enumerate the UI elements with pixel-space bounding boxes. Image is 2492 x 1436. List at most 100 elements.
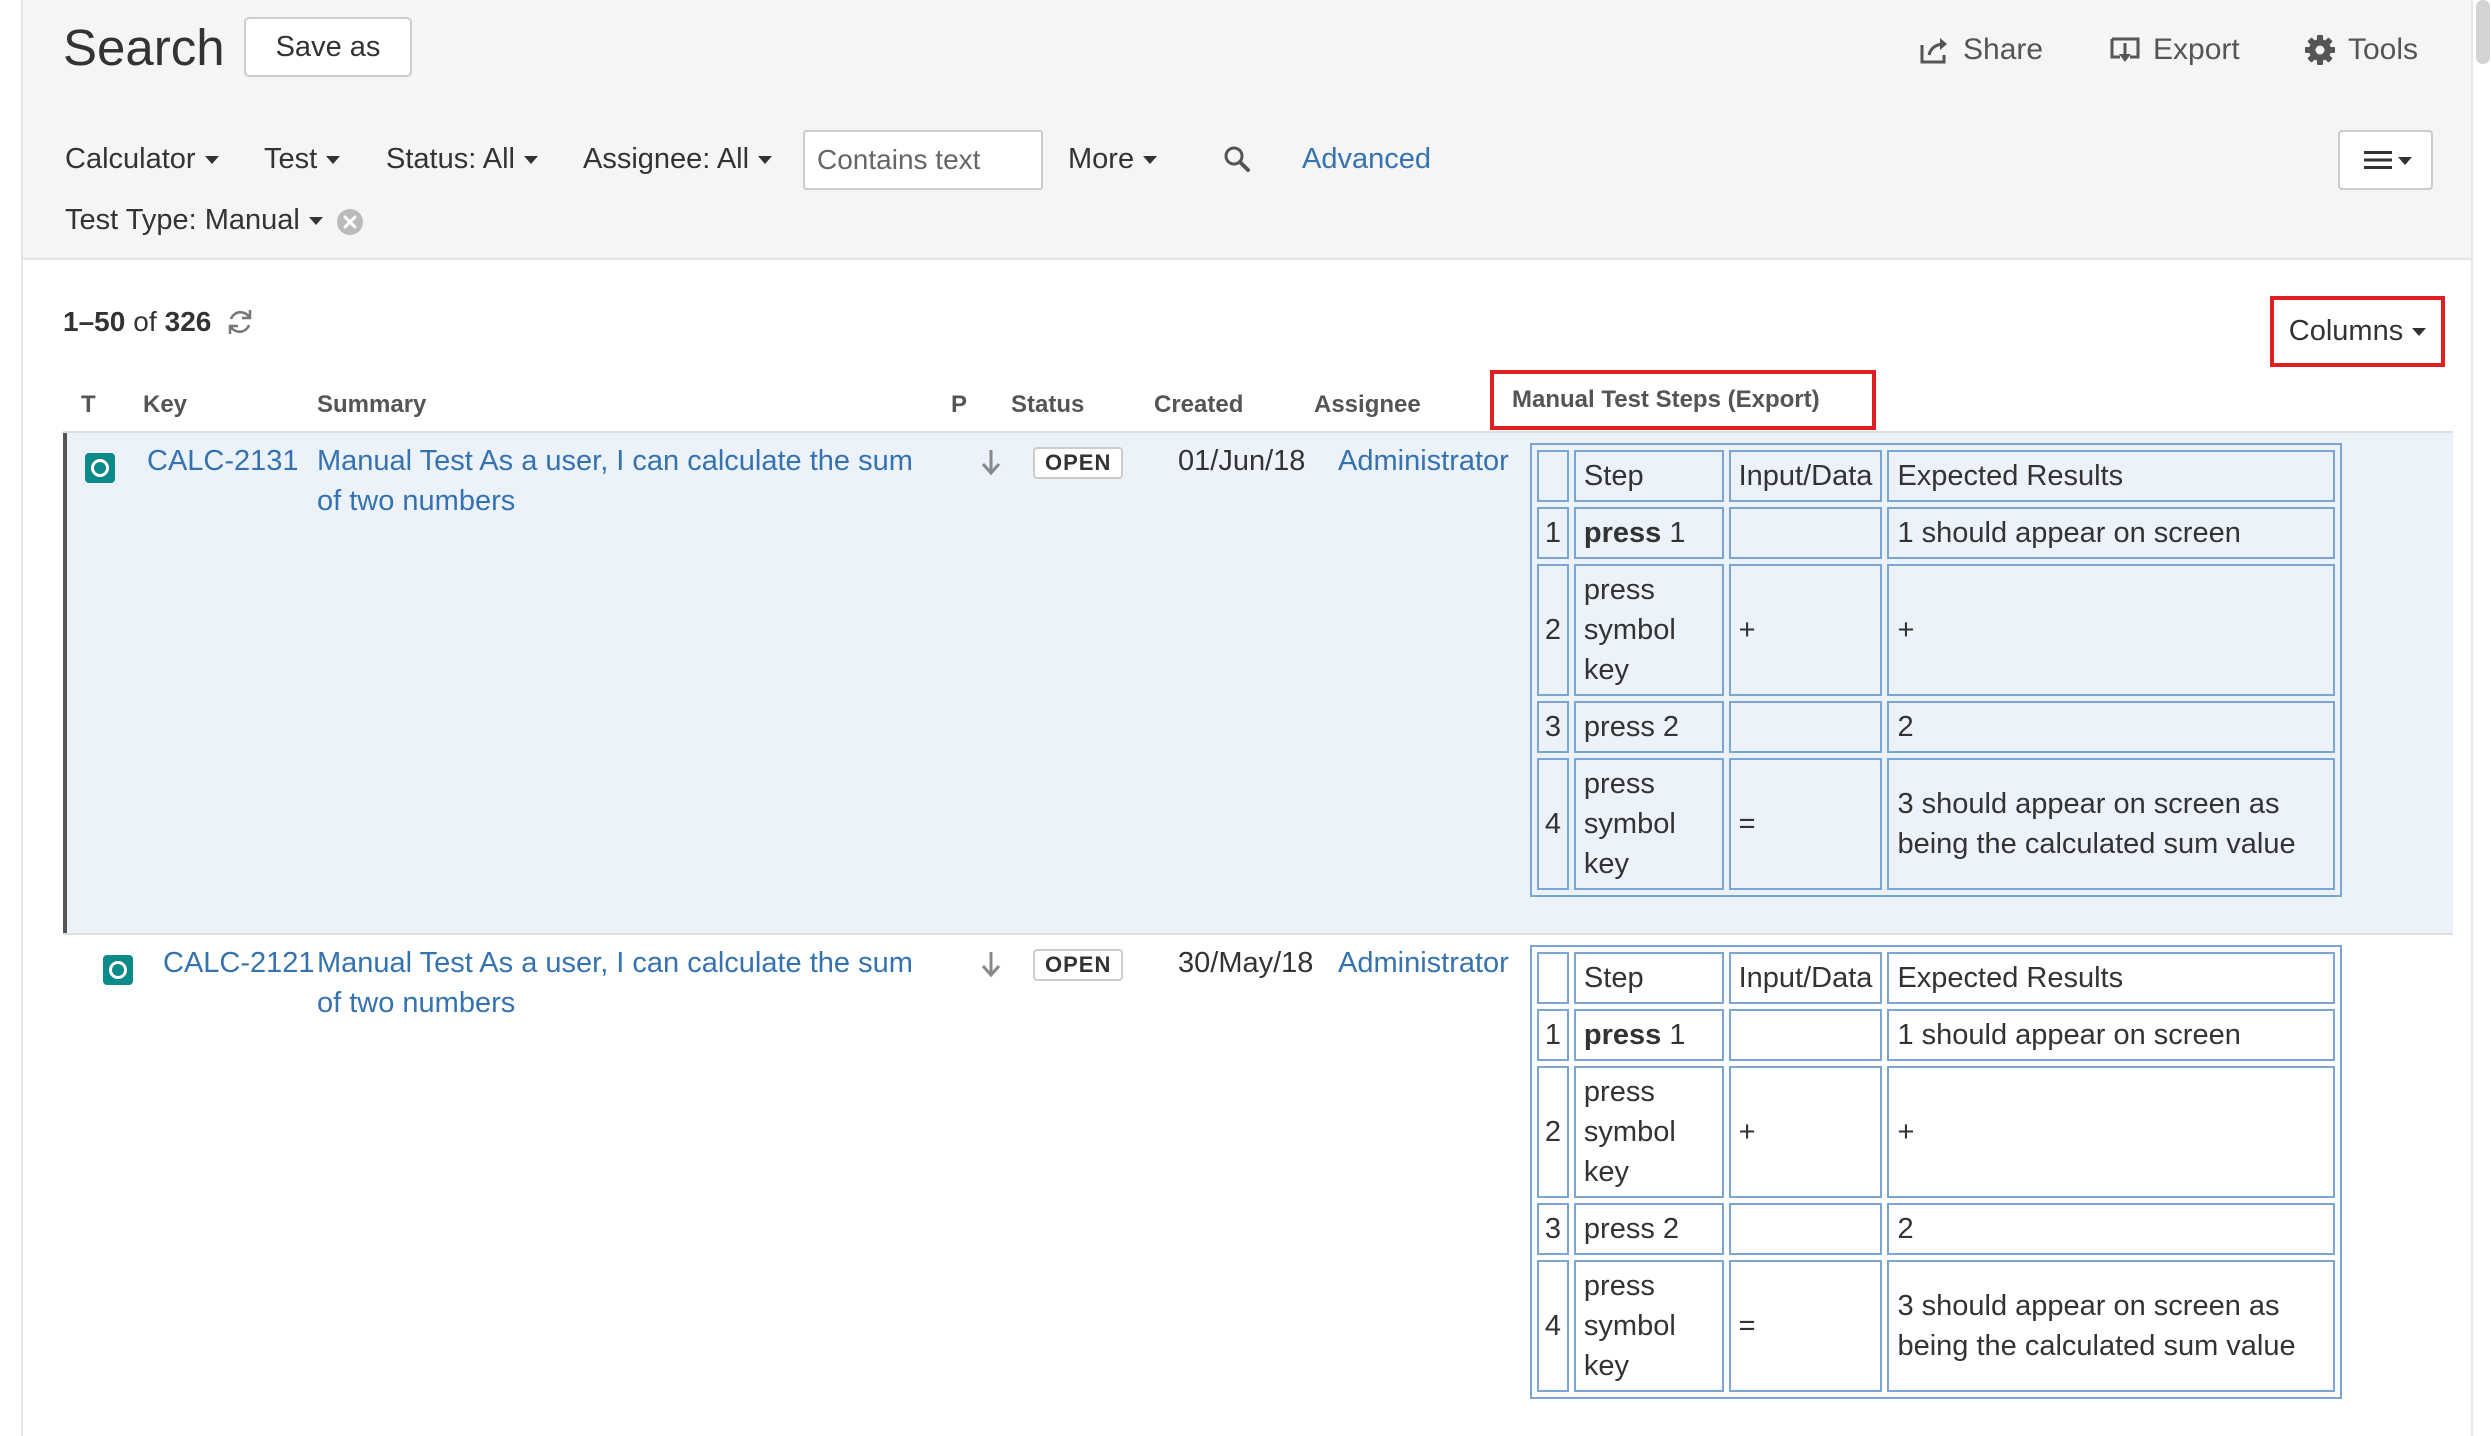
status-filter[interactable]: Status: All <box>386 143 538 176</box>
step-row: 2 press symbol key + + <box>1537 564 2335 696</box>
step-input <box>1728 507 1883 559</box>
type-filter[interactable]: Test <box>264 143 341 176</box>
step-row: 1 press 1 1 should appear on screen <box>1537 507 2335 559</box>
layout-switcher-button[interactable] <box>2338 130 2433 190</box>
share-icon <box>1920 38 1947 64</box>
step-expected: + <box>1887 1066 2335 1198</box>
list-menu-icon <box>2363 151 2412 169</box>
column-header-key[interactable]: Key <box>143 391 187 419</box>
step-action-text: press symbol key <box>1583 768 1676 880</box>
caret-down-icon <box>1143 155 1158 164</box>
steps-header-num <box>1537 952 1569 1004</box>
arrow-down-icon <box>981 952 1001 978</box>
issue-key-link[interactable]: CALC-2131 <box>147 441 299 481</box>
steps-header-expected: Expected Results <box>1887 450 2335 502</box>
column-header-status[interactable]: Status <box>1011 391 1084 419</box>
caret-down-icon <box>204 155 219 164</box>
step-action: press 1 <box>1573 1009 1724 1061</box>
issue-summary-link[interactable]: Manual Test As a user, I can calculate t… <box>317 943 917 1023</box>
more-filter[interactable]: More <box>1068 143 1158 176</box>
assignee-link[interactable]: Administrator <box>1338 943 1509 983</box>
step-row: 4 press symbol key = 3 should appear on … <box>1537 758 2335 890</box>
status-badge: OPEN <box>1033 447 1124 479</box>
column-header-type[interactable]: T <box>81 391 96 419</box>
more-filter-label: More <box>1068 143 1135 175</box>
tools-button[interactable]: Tools <box>2304 30 2418 70</box>
step-row: 2 press symbol key + + <box>1537 1066 2335 1198</box>
arrow-down-icon <box>981 450 1001 476</box>
step-action: press symbol key <box>1573 758 1724 890</box>
export-button[interactable]: Export <box>2109 30 2240 70</box>
step-action: press 2 <box>1573 701 1724 753</box>
step-expected: + <box>1887 564 2335 696</box>
step-action-bold: press <box>1583 517 1662 549</box>
clear-filter-icon[interactable] <box>336 208 364 236</box>
scrollbar-thumb[interactable] <box>2476 0 2490 64</box>
step-input: + <box>1728 564 1883 696</box>
caret-down-icon <box>308 216 323 225</box>
table-row[interactable]: CALC-2131 Manual Test As a user, I can c… <box>63 433 2453 933</box>
search-header: Search Save as Share Export Tools Calcul… <box>23 0 2471 260</box>
caret-down-icon <box>326 155 341 164</box>
step-input: = <box>1728 1260 1883 1392</box>
steps-header-step: Step <box>1573 450 1724 502</box>
contains-text-input[interactable] <box>803 130 1043 190</box>
created-date: 30/May/18 <box>1178 947 1314 979</box>
table-row[interactable]: CALC-2121 Manual Test As a user, I can c… <box>63 935 2453 1436</box>
issue-key-link[interactable]: CALC-2121 <box>163 943 315 983</box>
refresh-icon[interactable] <box>225 307 255 337</box>
save-as-button[interactable]: Save as <box>244 17 412 77</box>
step-action-text: press symbol key <box>1583 574 1676 686</box>
step-expected: 1 should appear on screen <box>1887 507 2335 559</box>
export-label: Export <box>2153 33 2240 66</box>
columns-button[interactable]: Columns <box>2270 296 2445 367</box>
tools-label: Tools <box>2348 33 2419 66</box>
steps-header-row: Step Input/Data Expected Results <box>1537 952 2335 1004</box>
step-action-text: 1 <box>1661 517 1686 549</box>
columns-label: Columns <box>2288 315 2404 347</box>
share-button[interactable]: Share <box>1919 30 2043 70</box>
vertical-scrollbar[interactable] <box>2473 0 2492 1436</box>
step-number: 1 <box>1537 507 1569 559</box>
step-row: 4 press symbol key = 3 should appear on … <box>1537 1260 2335 1392</box>
step-input: = <box>1728 758 1883 890</box>
steps-header-num <box>1537 450 1569 502</box>
step-expected: 3 should appear on screen as being the c… <box>1887 758 2335 890</box>
manual-test-steps-header-label: Manual Test Steps (Export) <box>1512 386 1820 413</box>
column-header-assignee[interactable]: Assignee <box>1314 391 1421 419</box>
caret-down-icon <box>2412 327 2427 336</box>
step-action-text: 1 <box>1661 1019 1686 1051</box>
assignee-link[interactable]: Administrator <box>1338 441 1509 481</box>
step-expected: 2 <box>1887 701 2335 753</box>
steps-header-step: Step <box>1573 952 1724 1004</box>
step-number: 2 <box>1537 1066 1569 1198</box>
test-type-filter[interactable]: Test Type: Manual <box>65 204 323 237</box>
search-icon[interactable] <box>1223 145 1251 173</box>
results-total: 326 <box>164 306 212 337</box>
step-action: press symbol key <box>1573 564 1724 696</box>
step-action: press 2 <box>1573 1203 1724 1255</box>
step-action-text: press symbol key <box>1583 1270 1676 1382</box>
manual-test-type-icon <box>85 453 115 483</box>
step-expected: 2 <box>1887 1203 2335 1255</box>
project-filter[interactable]: Calculator <box>65 143 219 176</box>
step-action: press symbol key <box>1573 1066 1724 1198</box>
step-number: 2 <box>1537 564 1569 696</box>
project-filter-label: Calculator <box>65 143 196 175</box>
assignee-filter[interactable]: Assignee: All <box>583 143 773 176</box>
manual-test-type-icon <box>103 955 133 985</box>
steps-header-input: Input/Data <box>1728 450 1883 502</box>
results-count: 1–50 of 326 <box>63 306 255 338</box>
column-header-priority[interactable]: P <box>951 391 967 419</box>
column-header-created[interactable]: Created <box>1154 391 1243 419</box>
steps-header-expected: Expected Results <box>1887 952 2335 1004</box>
issue-summary-link[interactable]: Manual Test As a user, I can calculate t… <box>317 441 917 521</box>
step-action: press symbol key <box>1573 1260 1724 1392</box>
step-input <box>1728 701 1883 753</box>
column-header-summary[interactable]: Summary <box>317 391 426 419</box>
steps-header-input: Input/Data <box>1728 952 1883 1004</box>
test-type-filter-label: Test Type: Manual <box>65 204 300 236</box>
results-of: of <box>133 306 157 337</box>
advanced-search-link[interactable]: Advanced <box>1302 143 1431 176</box>
column-header-manual-test-steps[interactable]: Manual Test Steps (Export) <box>1490 370 1876 430</box>
